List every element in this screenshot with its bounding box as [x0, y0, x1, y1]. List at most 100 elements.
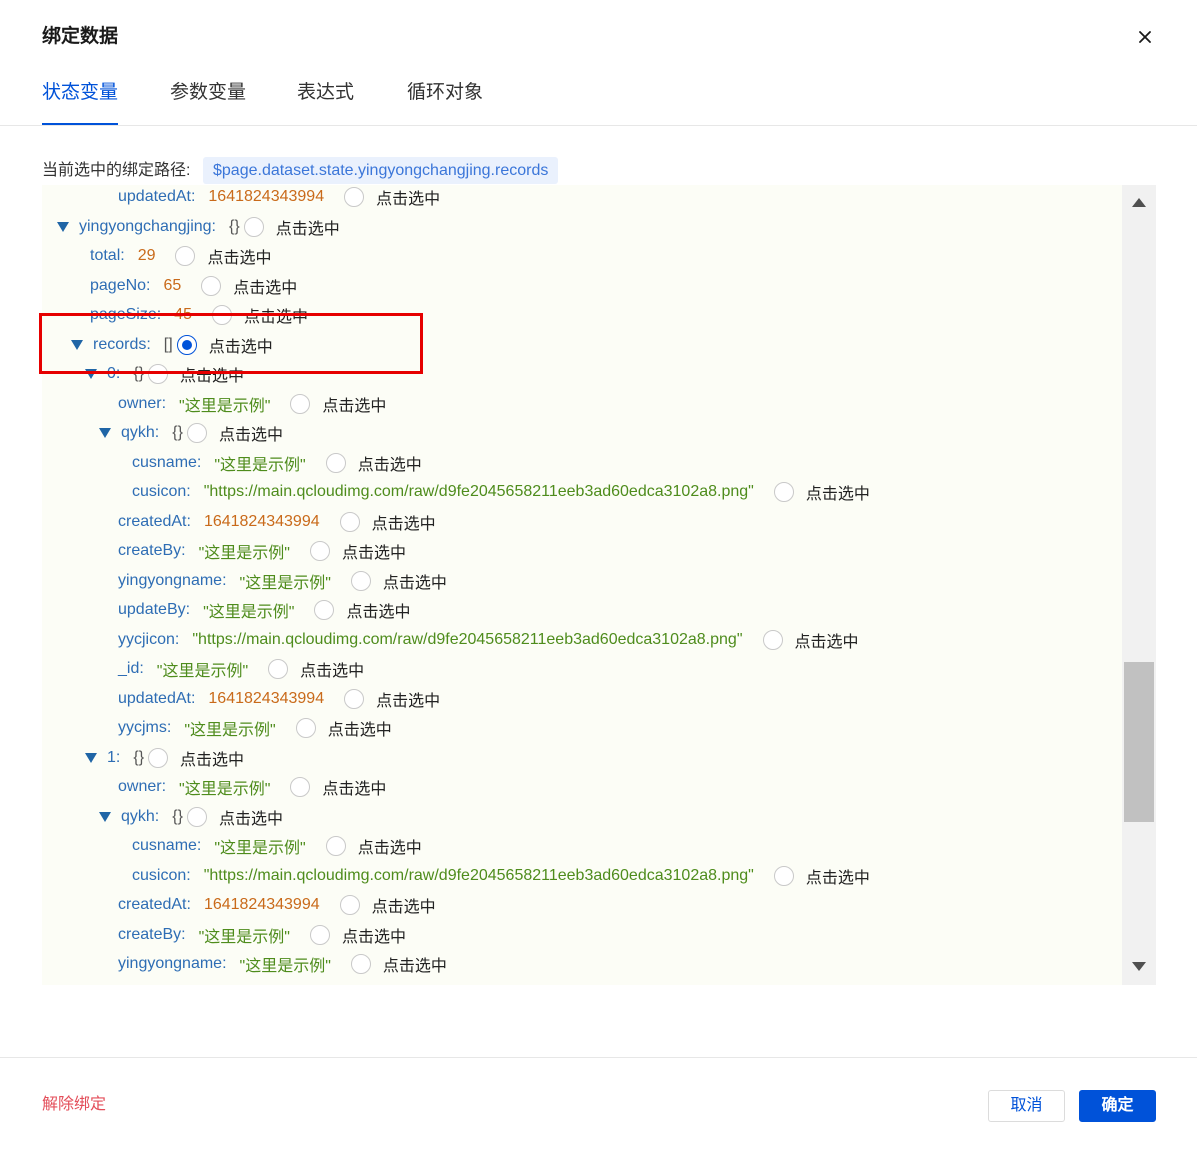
- select-node-label[interactable]: 点击选中: [342, 923, 406, 947]
- select-node-label[interactable]: 点击选中: [376, 185, 440, 209]
- select-node-label[interactable]: 点击选中: [806, 480, 870, 504]
- unbind-button[interactable]: 解除绑定: [42, 1094, 106, 1116]
- select-node-option[interactable]: 点击选中: [309, 539, 406, 563]
- caret-down-icon[interactable]: [85, 369, 97, 379]
- radio-button[interactable]: [762, 629, 783, 650]
- radio-button[interactable]: [773, 865, 794, 886]
- vertical-scrollbar[interactable]: [1122, 185, 1156, 985]
- caret-down-icon[interactable]: [99, 428, 111, 438]
- radio-button[interactable]: [325, 836, 346, 856]
- select-node-label[interactable]: 点击选中: [358, 451, 422, 475]
- scroll-down-arrow-icon[interactable]: [1132, 962, 1146, 971]
- select-node-label[interactable]: 点击选中: [806, 864, 870, 888]
- radio-button[interactable]: [243, 216, 264, 237]
- select-node-label[interactable]: 点击选中: [219, 421, 283, 445]
- radio-button[interactable]: [325, 452, 346, 473]
- tab-expression[interactable]: 表达式: [297, 78, 354, 125]
- select-node-label[interactable]: 点击选中: [383, 952, 447, 976]
- select-node-label[interactable]: 点击选中: [372, 510, 436, 534]
- select-node-label[interactable]: 点击选中: [358, 834, 422, 858]
- radio-button[interactable]: [268, 659, 289, 679]
- data-tree[interactable]: updatedAt: 1641824343994 点击选中 yingyongch…: [42, 185, 1122, 985]
- scroll-up-arrow-icon[interactable]: [1132, 198, 1146, 207]
- select-node-option[interactable]: 点击选中: [773, 480, 870, 504]
- select-node-label[interactable]: 点击选中: [328, 716, 392, 740]
- caret-down-icon[interactable]: [85, 752, 97, 763]
- select-node-option[interactable]: 点击选中: [325, 451, 422, 475]
- select-node-label[interactable]: 点击选中: [180, 362, 244, 386]
- select-node-label[interactable]: 点击选中: [219, 805, 283, 829]
- radio-button[interactable]: [314, 600, 335, 620]
- radio-button[interactable]: [176, 334, 197, 355]
- select-node-option[interactable]: 点击选中: [290, 775, 386, 799]
- select-node-option[interactable]: 点击选中: [290, 392, 386, 416]
- radio-button[interactable]: [211, 305, 232, 325]
- radio-button[interactable]: [175, 246, 196, 266]
- select-node-option[interactable]: 点击选中: [344, 687, 440, 711]
- select-node-label[interactable]: 点击选中: [276, 215, 340, 239]
- radio-button[interactable]: [344, 688, 365, 709]
- radio-button[interactable]: [339, 511, 360, 532]
- radio-button[interactable]: [309, 924, 330, 945]
- radio-button[interactable]: [350, 954, 371, 974]
- select-node-label[interactable]: 点击选中: [372, 893, 436, 917]
- select-node-option[interactable]: 点击选中: [148, 746, 244, 770]
- tab-parameter-variables[interactable]: 参数变量: [170, 78, 246, 125]
- radio-button[interactable]: [290, 777, 311, 797]
- select-node-option[interactable]: 点击选中: [295, 716, 392, 740]
- select-node-option[interactable]: 点击选中: [309, 923, 406, 947]
- select-node-option[interactable]: 点击选中: [773, 864, 870, 888]
- radio-button[interactable]: [344, 187, 365, 207]
- select-node-label[interactable]: 点击选中: [207, 244, 271, 268]
- select-node-label[interactable]: 点击选中: [209, 333, 273, 357]
- select-node-option[interactable]: 点击选中: [325, 834, 422, 858]
- radio-button[interactable]: [201, 275, 222, 296]
- select-node-label[interactable]: 点击选中: [376, 687, 440, 711]
- select-node-option[interactable]: 点击选中: [148, 362, 244, 386]
- tab-state-variables[interactable]: 状态变量: [42, 78, 119, 125]
- radio-button[interactable]: [295, 718, 316, 738]
- select-node-option[interactable]: 点击选中: [762, 628, 859, 652]
- select-node-label[interactable]: 点击选中: [342, 539, 406, 563]
- radio-button[interactable]: [148, 364, 169, 384]
- caret-down-icon[interactable]: [71, 339, 83, 350]
- select-node-label[interactable]: 点击选中: [322, 392, 386, 416]
- cancel-button[interactable]: 取消: [988, 1090, 1065, 1122]
- select-node-option[interactable]: 点击选中: [186, 805, 283, 829]
- close-button[interactable]: [1136, 28, 1154, 46]
- select-node-label[interactable]: 点击选中: [233, 274, 297, 298]
- select-node-label[interactable]: 点击选中: [300, 657, 364, 681]
- select-node-option[interactable]: 点击选中: [175, 244, 272, 268]
- select-node-option[interactable]: 点击选中: [201, 274, 297, 298]
- select-node-option[interactable]: 点击选中: [176, 333, 273, 357]
- confirm-button[interactable]: 确定: [1079, 1090, 1156, 1122]
- radio-button[interactable]: [290, 393, 311, 414]
- select-node-label[interactable]: 点击选中: [346, 598, 410, 622]
- select-node-option[interactable]: 点击选中: [339, 893, 436, 917]
- radio-button[interactable]: [339, 895, 360, 915]
- select-node-option[interactable]: 点击选中: [350, 569, 447, 593]
- radio-button[interactable]: [773, 482, 794, 502]
- caret-down-icon[interactable]: [99, 811, 111, 822]
- select-node-option[interactable]: 点击选中: [350, 952, 447, 976]
- radio-button[interactable]: [350, 570, 371, 591]
- select-node-option[interactable]: 点击选中: [339, 510, 436, 534]
- scrollbar-thumb[interactable]: [1124, 662, 1154, 822]
- select-node-label[interactable]: 点击选中: [322, 775, 386, 799]
- radio-button[interactable]: [309, 541, 330, 561]
- tab-loop-object[interactable]: 循环对象: [407, 78, 483, 125]
- select-node-option[interactable]: 点击选中: [186, 421, 283, 445]
- caret-down-icon[interactable]: [57, 221, 69, 232]
- select-node-label[interactable]: 点击选中: [244, 303, 308, 327]
- radio-button[interactable]: [148, 747, 169, 768]
- radio-button[interactable]: [186, 423, 207, 443]
- select-node-option[interactable]: 点击选中: [268, 657, 364, 681]
- select-node-option[interactable]: 点击选中: [211, 303, 308, 327]
- radio-button[interactable]: [186, 806, 207, 827]
- select-node-option[interactable]: 点击选中: [243, 215, 340, 239]
- select-node-label[interactable]: 点击选中: [180, 746, 244, 770]
- select-node-label[interactable]: 点击选中: [795, 628, 859, 652]
- select-node-label[interactable]: 点击选中: [383, 569, 447, 593]
- select-node-option[interactable]: 点击选中: [344, 185, 440, 209]
- select-node-option[interactable]: 点击选中: [314, 598, 410, 622]
